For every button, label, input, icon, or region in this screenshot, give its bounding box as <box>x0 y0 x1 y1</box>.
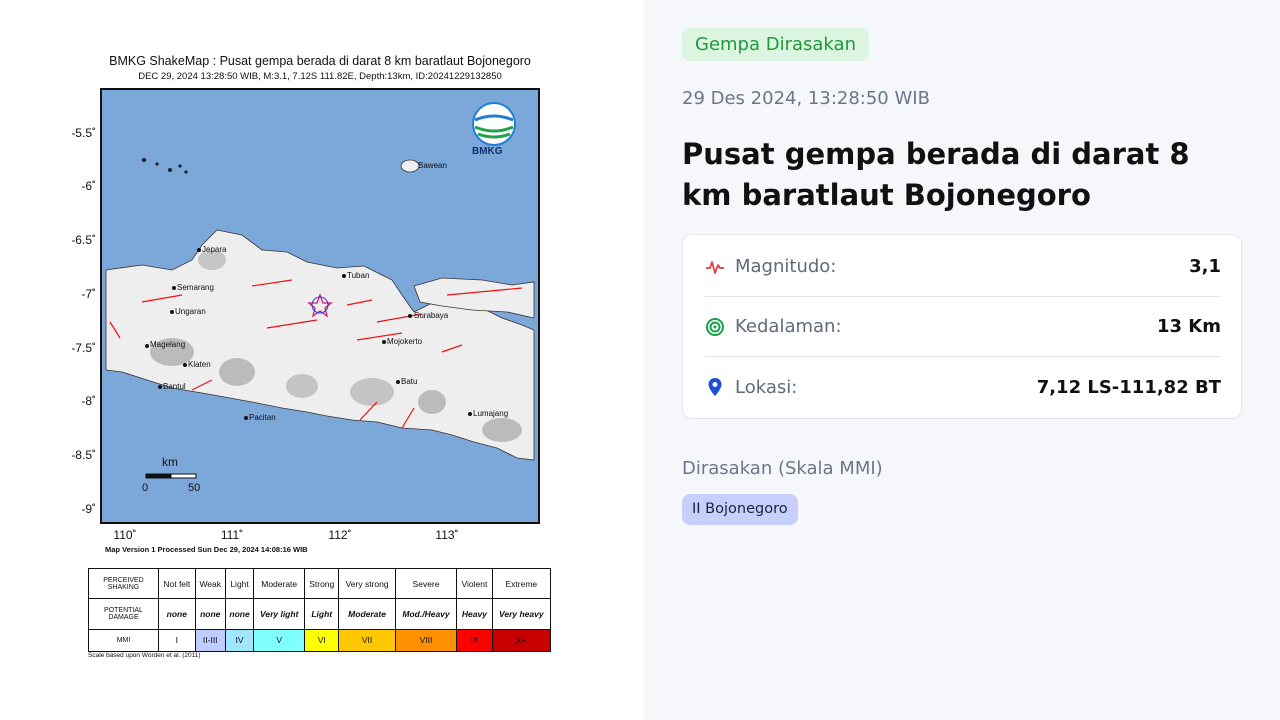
target-icon <box>705 317 725 337</box>
place-label: Surabaya <box>414 311 449 320</box>
map-version: Map Version 1 Processed Sun Dec 29, 2024… <box>105 545 308 554</box>
mmi-cell: X+ <box>491 628 552 653</box>
damage-row: POTENTIAL DAMAGE none none none Very lig… <box>88 598 552 630</box>
place-label: Bantul <box>163 382 186 391</box>
location-value: 7,12 LS-111,82 BT <box>1036 376 1221 398</box>
place-label: Pacitan <box>249 413 276 422</box>
shakemap-map: BMKG Bawean Jepara Tuban Semarang Ungara… <box>100 88 540 524</box>
x-tick: 113˚ <box>435 528 459 542</box>
legend-cell: none <box>224 598 255 630</box>
legend-cell: Light <box>304 598 340 630</box>
magnitude-value: 3,1 <box>1189 256 1221 277</box>
depth-label: Kedalaman: <box>735 316 842 337</box>
location-pin-icon <box>705 377 725 397</box>
legend-cell: Light <box>224 567 255 600</box>
place-label: Jepara <box>202 245 227 254</box>
y-tick: -6.5˚ <box>71 233 96 247</box>
legend-cell: Severe <box>394 567 458 600</box>
scale-bar-min: 0 <box>142 482 149 494</box>
place-label: Ungaran <box>175 307 206 316</box>
legend-cell: Extreme <box>491 567 552 600</box>
scale-bar-max: 50 <box>188 482 201 494</box>
shakemap-subtitle: DEC 29, 2024 13:28:50 WIB, M:3.1, 7.12S … <box>138 71 502 82</box>
mmi-cell: V <box>253 628 306 653</box>
legend-cell: none <box>194 598 226 630</box>
legend-cell: Weak <box>194 567 226 600</box>
mmi-cell: VI <box>304 628 340 653</box>
depth-value: 13 Km <box>1156 316 1221 337</box>
mmi-cell: VIII <box>394 628 458 653</box>
place-label: Klaten <box>188 360 211 369</box>
y-tick: -5.5˚ <box>71 126 96 140</box>
legend-cell: Moderate <box>338 598 396 630</box>
depth-row: Kedalaman: 13 Km <box>705 297 1221 357</box>
place-label: Magelang <box>150 340 186 349</box>
place-label: Lumajang <box>473 409 509 418</box>
location-row: Lokasi: 7,12 LS-111,82 BT <box>705 357 1221 417</box>
x-tick: 112˚ <box>328 528 352 542</box>
legend-cell: none <box>158 598 196 630</box>
mmi-cell: IX <box>456 628 493 653</box>
legend-cell: Not felt <box>158 567 196 600</box>
felt-region-chip: II Bojonegoro <box>682 494 798 525</box>
place-label: Semarang <box>177 283 214 292</box>
pulse-icon <box>705 257 725 277</box>
felt-mmi-heading: Dirasakan (Skala MMI) <box>682 458 883 479</box>
magnitude-label: Magnitudo: <box>735 256 837 277</box>
legend-cell: Violent <box>456 567 493 600</box>
shakemap-panel: BMKG ShakeMap : Pusat gempa berada di da… <box>0 0 644 720</box>
magnitude-row: Magnitudo: 3,1 <box>705 237 1221 297</box>
event-datetime: 29 Des 2024, 13:28:50 WIB <box>682 88 930 109</box>
event-info-card: Magnitudo: 3,1 Kedalaman: 13 Km Lokasi: … <box>682 234 1242 419</box>
scale-note: Scale based upon Worden et al. (2011) <box>88 652 201 659</box>
place-label: Bawean <box>418 161 447 170</box>
legend-cell: Moderate <box>253 567 306 600</box>
mmi-cell: IV <box>224 628 255 653</box>
shaking-row: PERCEIVED SHAKING Not felt Weak Light Mo… <box>88 567 552 600</box>
event-headline: Pusat gempa berada di darat 8 km baratla… <box>682 137 1190 212</box>
row-header: PERCEIVED SHAKING <box>88 567 159 600</box>
y-tick: -7.5˚ <box>71 341 96 355</box>
place-label: Batu <box>401 377 418 386</box>
x-tick: 111˚ <box>220 528 244 542</box>
row-header: POTENTIAL DAMAGE <box>88 598 159 630</box>
legend-cell: Very heavy <box>491 598 552 630</box>
shakemap-title: BMKG ShakeMap : Pusat gempa berada di da… <box>109 54 531 68</box>
mmi-cell: I <box>158 628 196 653</box>
scale-bar-unit: km <box>162 455 178 469</box>
mmi-row: MMI I II-III IV V VI VII VIII IX X+ <box>88 628 552 653</box>
bmkg-logo <box>472 102 516 146</box>
y-tick: -8.5˚ <box>71 448 96 462</box>
row-header: MMI <box>88 628 159 653</box>
y-tick: -9˚ <box>81 502 96 516</box>
mmi-cell: II-III <box>194 628 226 653</box>
felt-badge: Gempa Dirasakan <box>682 28 869 61</box>
place-label: Tuban <box>347 271 370 280</box>
location-label: Lokasi: <box>735 376 798 398</box>
mmi-cell: VII <box>338 628 396 653</box>
legend-cell: Heavy <box>456 598 493 630</box>
legend-cell: Very light <box>253 598 306 630</box>
bmkg-logo-text: BMKG <box>472 146 503 157</box>
y-tick: -8˚ <box>81 394 96 408</box>
y-tick: -7˚ <box>81 287 96 301</box>
mmi-legend-table: PERCEIVED SHAKING Not felt Weak Light Mo… <box>88 567 552 653</box>
place-label: Mojokerto <box>387 337 423 346</box>
legend-cell: Very strong <box>338 567 396 600</box>
legend-cell: Strong <box>304 567 340 600</box>
legend-cell: Mod./Heavy <box>394 598 458 630</box>
x-tick: 110˚ <box>113 528 137 542</box>
y-tick: -6˚ <box>81 179 96 193</box>
